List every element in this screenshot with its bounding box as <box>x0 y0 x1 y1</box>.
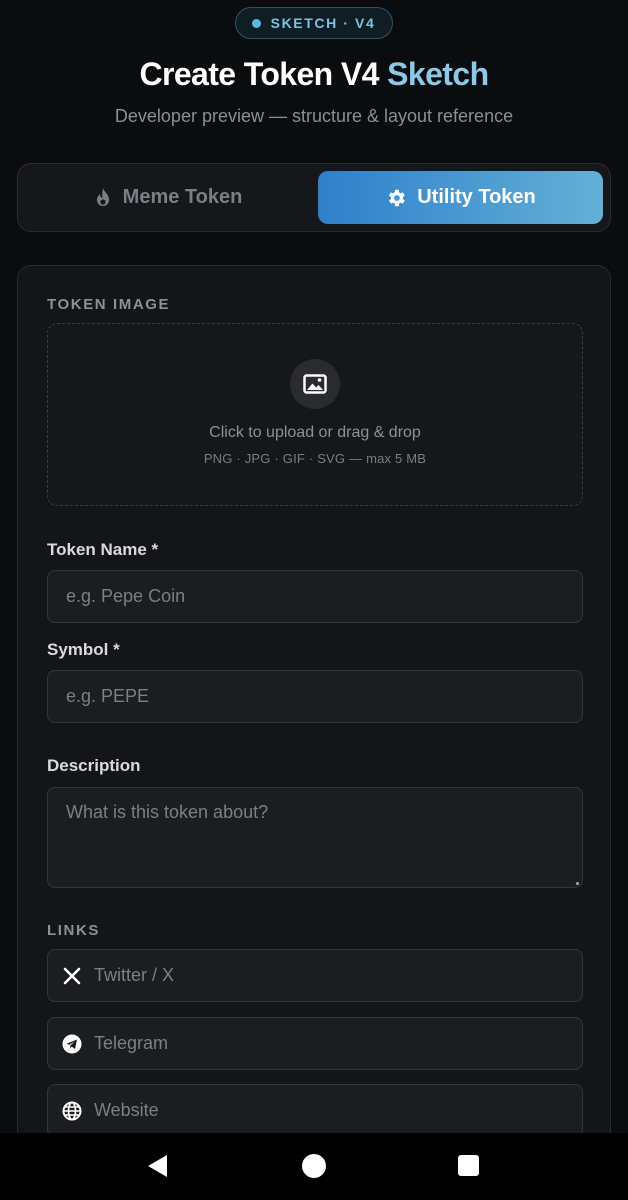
twitter-input[interactable]: Twitter / X <box>47 949 583 1002</box>
token-name-placeholder: e.g. Pepe Coin <box>66 586 186 606</box>
telegram-input[interactable]: Telegram <box>47 1017 583 1070</box>
description-textarea[interactable]: What is this token about? <box>47 787 583 888</box>
recents-icon[interactable] <box>458 1155 479 1176</box>
token-form-card: TOKEN IMAGE Click to upload or drag & dr… <box>17 265 611 1165</box>
website-placeholder: Website <box>94 1100 159 1120</box>
status-dot-icon <box>251 18 261 28</box>
globe-icon <box>62 1101 82 1121</box>
description-label: Description <box>47 756 141 775</box>
token-name-label: Token Name * <box>47 540 159 559</box>
home-icon[interactable] <box>302 1154 326 1178</box>
system-navigation-bar <box>0 1133 628 1200</box>
image-icon <box>290 359 340 409</box>
telegram-icon <box>62 1034 82 1054</box>
token-type-toggle: Meme Token Utility Token <box>17 163 611 232</box>
gear-icon <box>385 187 407 209</box>
flame-icon <box>93 187 113 209</box>
description-placeholder: What is this token about? <box>66 802 269 822</box>
resize-handle-icon[interactable] <box>576 882 579 885</box>
create-token-page: SKETCH · V4 Create Token V4 Sketch Devel… <box>0 0 628 1200</box>
upload-instruction: Click to upload or drag & drop <box>209 424 421 441</box>
page-title-main: Create Token V4 <box>139 56 379 92</box>
utility-token-option[interactable]: Utility Token <box>318 171 603 224</box>
website-input[interactable]: Website <box>47 1084 583 1137</box>
back-icon[interactable] <box>146 1154 168 1183</box>
token-name-input[interactable]: e.g. Pepe Coin <box>47 570 583 623</box>
telegram-placeholder: Telegram <box>94 1033 169 1053</box>
x-logo-icon <box>62 966 82 986</box>
utility-token-label: Utility Token <box>417 186 536 208</box>
page-title-accent: Sketch <box>387 56 489 92</box>
image-upload-dropzone[interactable]: Click to upload or drag & drop PNG · JPG… <box>47 323 583 506</box>
badge-text: SKETCH · V4 <box>270 15 376 31</box>
symbol-label: Symbol * <box>47 640 120 659</box>
meme-token-option[interactable]: Meme Token <box>25 171 310 224</box>
token-image-section-label: TOKEN IMAGE <box>47 296 171 313</box>
links-section-label: LINKS <box>47 922 100 939</box>
symbol-input[interactable]: e.g. PEPE <box>47 670 583 723</box>
badge-container: SKETCH · V4 <box>0 7 628 39</box>
meme-token-label: Meme Token <box>122 186 243 208</box>
upload-format-hint: PNG · JPG · GIF · SVG — max 5 MB <box>203 451 427 466</box>
page-subtitle: Developer preview — structure & layout r… <box>114 106 514 126</box>
page-title: Create Token V4 Sketch <box>0 56 628 93</box>
version-badge: SKETCH · V4 <box>234 7 394 39</box>
twitter-placeholder: Twitter / X <box>94 965 175 985</box>
symbol-placeholder: e.g. PEPE <box>66 686 150 706</box>
